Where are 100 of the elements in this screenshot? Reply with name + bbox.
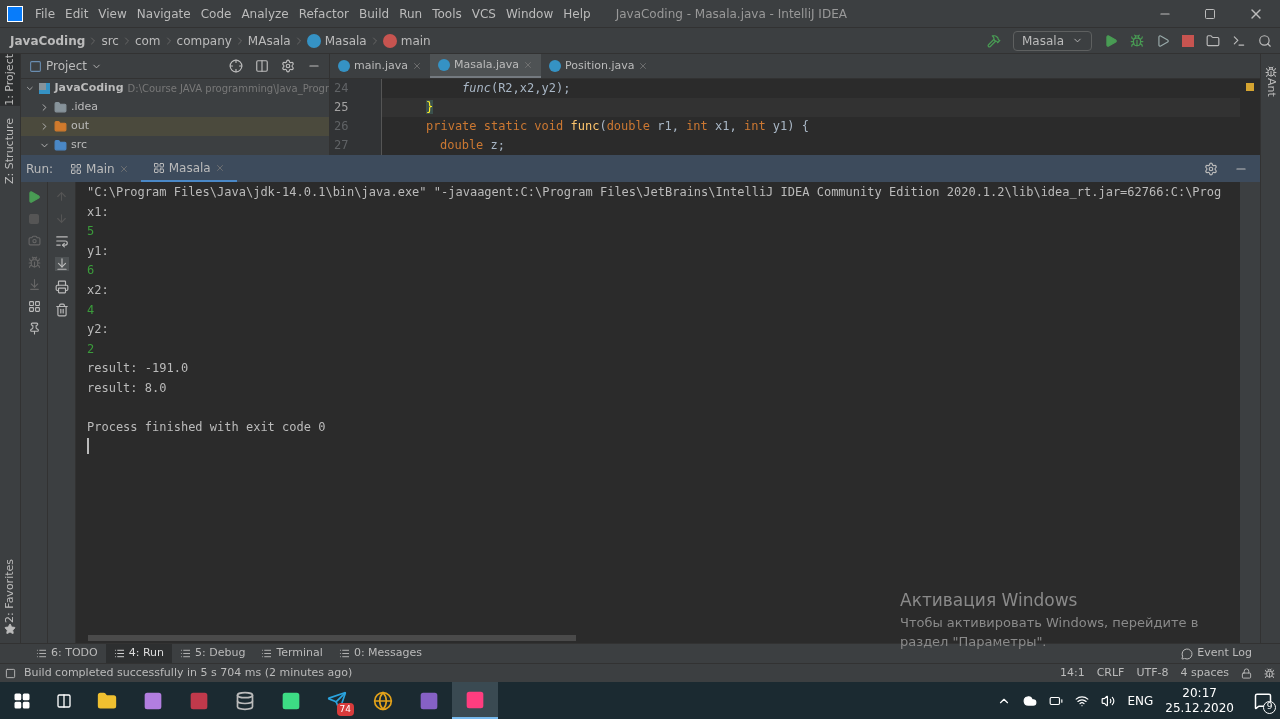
menu-item[interactable]: Run — [394, 4, 428, 23]
menu-item[interactable]: Refactor — [293, 4, 355, 23]
status-item[interactable]: UTF-8 — [1136, 664, 1169, 682]
breadcrumb[interactable]: company — [176, 31, 232, 50]
run-config-dropdown[interactable]: Masala — [1013, 30, 1092, 51]
text-cursor — [87, 437, 89, 454]
settings-icon[interactable] — [281, 59, 295, 73]
tree-label: JavaCoding — [54, 80, 124, 97]
code-line: double z; — [439, 137, 507, 154]
app-logo-icon — [7, 5, 23, 22]
tool-tab-icon — [113, 648, 125, 659]
tool-tab[interactable]: 6: TODO — [28, 644, 106, 663]
collapse-icon[interactable] — [255, 59, 269, 73]
search-icon[interactable] — [1258, 33, 1272, 48]
menu-item[interactable]: Build — [354, 4, 395, 23]
build-icon[interactable] — [987, 33, 1001, 48]
run-tab[interactable]: Masala — [140, 155, 237, 182]
tree-row[interactable]: src — [21, 136, 329, 155]
menu-item[interactable]: Navigate — [131, 4, 196, 23]
editor-tab[interactable]: Masala.java — [430, 54, 542, 78]
wifi-icon[interactable] — [1075, 693, 1090, 708]
tool-window-tab[interactable]: Ant — [1258, 78, 1280, 97]
app-icon — [143, 690, 163, 711]
trash-icon[interactable] — [54, 303, 69, 317]
clock-date[interactable]: 25.12.2020 — [1165, 700, 1234, 716]
status-item[interactable]: 14:1 — [1059, 664, 1085, 682]
scrollbar[interactable] — [88, 635, 576, 641]
scroll-to-end-icon[interactable] — [54, 257, 69, 271]
console-line: 6 — [87, 262, 96, 280]
app-icon — [281, 690, 301, 711]
maximize-icon[interactable] — [1204, 7, 1216, 20]
breadcrumb[interactable]: JavaCoding — [10, 31, 86, 50]
tree-row[interactable]: out — [21, 117, 329, 136]
breadcrumb[interactable]: Masala — [324, 31, 367, 50]
tool-tab[interactable]: 0: Messages — [330, 644, 431, 663]
windows-start-icon[interactable] — [13, 691, 31, 710]
tool-tab[interactable]: Terminal — [253, 644, 331, 663]
breadcrumb[interactable]: main — [400, 31, 431, 50]
project-structure-icon[interactable] — [1206, 33, 1220, 48]
menu-item[interactable]: Analyze — [236, 4, 294, 23]
tool-tab-icon — [261, 648, 273, 659]
tool-window-tab[interactable]: 1: Project — [0, 54, 20, 106]
speech-bubble-icon — [1181, 647, 1194, 660]
menu-item[interactable]: Code — [195, 4, 237, 23]
console-line: x2: — [87, 281, 110, 299]
menu-item[interactable]: Tools — [427, 4, 467, 23]
stop-icon[interactable] — [1182, 34, 1194, 47]
layout-icon[interactable] — [27, 300, 41, 313]
tree-label: out — [71, 118, 89, 135]
console-line: "C:\Program Files\Java\jdk-14.0.1\bin\java.exe" "-javaagent:C:\Program Files\JetBrains\IntelliJ IDEA Community Edition 2020.1.2\lib\idea_rt.jar=62766:C:\Prog — [87, 184, 1223, 201]
status-item[interactable]: CRLF — [1096, 664, 1125, 682]
console-line: y2: — [87, 321, 110, 339]
task-view-icon[interactable] — [56, 692, 72, 709]
tool-tab[interactable]: 5: Debug — [172, 644, 254, 663]
settings-icon[interactable] — [1204, 161, 1218, 176]
console-line: result: -191.0 — [87, 360, 190, 378]
locate-icon[interactable] — [229, 59, 243, 73]
tool-window-tab[interactable]: 2: Favorites — [0, 559, 23, 623]
editor-tab[interactable]: Position.java — [541, 54, 657, 78]
status-icon — [5, 667, 16, 679]
menu-item[interactable]: File — [30, 4, 61, 23]
coverage-icon[interactable] — [1156, 33, 1170, 48]
panel-title[interactable]: Project — [46, 57, 88, 75]
menu-item[interactable]: View — [93, 4, 132, 23]
module-icon — [38, 83, 51, 94]
tool-window-tab[interactable]: Z: Structure — [0, 117, 20, 184]
console-line: result: 8.0 — [87, 379, 168, 397]
print-icon[interactable] — [54, 280, 69, 294]
menu-item[interactable]: VCS — [466, 4, 501, 23]
menu-item[interactable]: Edit — [60, 4, 94, 23]
breadcrumb[interactable]: src — [101, 31, 119, 50]
lock-icon[interactable] — [1241, 667, 1252, 679]
tool-tab[interactable]: 4: Run — [105, 644, 172, 663]
rerun-icon[interactable] — [27, 190, 41, 204]
taskbar-app[interactable]: 74 — [314, 682, 360, 719]
menu-item[interactable]: Window — [500, 4, 559, 23]
star-icon — [4, 623, 16, 635]
menu-item[interactable]: Help — [558, 4, 596, 23]
breadcrumb[interactable]: MAsala — [247, 31, 291, 50]
breadcrumb[interactable]: com — [134, 31, 161, 50]
editor-tab[interactable]: main.java — [330, 54, 431, 78]
soft-wrap-icon[interactable] — [54, 234, 69, 248]
run-tab[interactable]: Main — [58, 155, 141, 182]
status-item[interactable]: 4 spaces — [1180, 664, 1229, 682]
cloud-icon[interactable] — [1023, 693, 1038, 708]
terminal-icon[interactable] — [1232, 33, 1246, 48]
panel-title: Run: — [25, 160, 55, 178]
folder-icon — [54, 101, 67, 114]
clock-time[interactable]: 20:17 — [1182, 685, 1217, 701]
taskbar-app[interactable] — [452, 682, 498, 719]
tree-row[interactable]: .idea — [21, 98, 329, 117]
pin-icon[interactable] — [27, 322, 41, 335]
badge: 74 — [336, 702, 354, 716]
debug-icon[interactable] — [1130, 33, 1144, 48]
language-indicator[interactable]: ENG — [1127, 691, 1154, 710]
volume-icon[interactable] — [1101, 693, 1116, 708]
code-line: func(R2,x2,y2); — [461, 80, 572, 97]
activation-title: Активация Windows — [900, 588, 1079, 612]
run-icon[interactable] — [1104, 33, 1118, 48]
console-icon — [70, 162, 83, 175]
